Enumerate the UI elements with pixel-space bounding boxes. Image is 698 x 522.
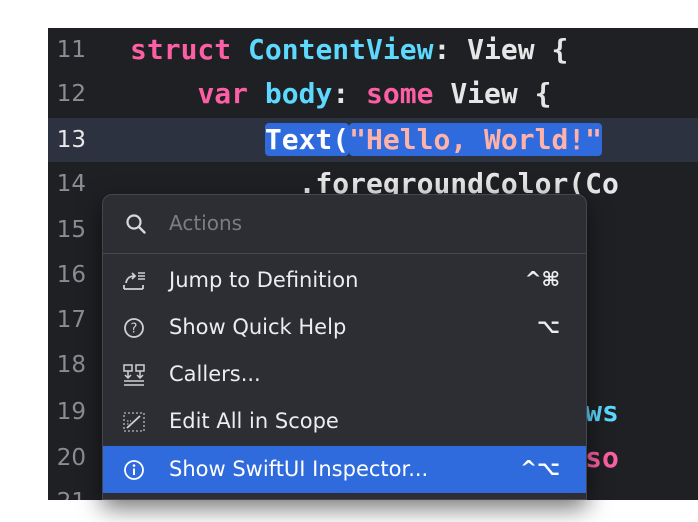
- code-token: :: [433, 33, 468, 66]
- line-number: 18: [56, 352, 86, 378]
- code-token: ContentView: [248, 33, 434, 66]
- menu-item-shortcut: ⌥: [536, 314, 560, 338]
- menu-item-edit-all-in-scope[interactable]: Edit All in Scope: [103, 398, 586, 445]
- callers-icon: [123, 364, 145, 386]
- line-number: 13: [56, 127, 86, 153]
- code-token: "Hello, World!": [349, 123, 603, 156]
- edit-scope-icon: [123, 412, 145, 432]
- code-token: var: [197, 77, 249, 110]
- code-token: so: [585, 441, 619, 474]
- code-token: View: [467, 33, 535, 66]
- question-circle-icon: ?: [124, 318, 144, 338]
- line-number: 11: [56, 37, 86, 63]
- code-token: struct: [130, 33, 232, 66]
- line-number: 12: [56, 81, 86, 107]
- code-text: struct ContentView: View {: [130, 28, 568, 72]
- svg-text:?: ?: [131, 322, 138, 337]
- menu-item-label: Jump to Definition: [169, 268, 359, 292]
- actions-search-placeholder: Actions: [169, 211, 243, 235]
- code-line[interactable]: 12 var body: some View {: [48, 72, 698, 116]
- code-line[interactable]: 11 struct ContentView: View {: [48, 28, 698, 72]
- code-text: Text("Hello, World!": [130, 118, 603, 162]
- info-circle-icon: [124, 460, 144, 480]
- line-number: 16: [56, 262, 86, 288]
- code-line[interactable]: 13 Text("Hello, World!": [48, 118, 698, 162]
- menu-item-label: Edit All in Scope: [169, 409, 339, 433]
- line-number: 20: [56, 445, 86, 471]
- line-number: 17: [56, 307, 86, 333]
- actions-menu: Actions Jump to Definition ^⌘ ? Show Qui…: [102, 194, 587, 500]
- jump-to-definition-icon: [123, 272, 145, 290]
- menu-item-callers[interactable]: Callers...: [103, 351, 586, 398]
- line-number: 19: [56, 399, 86, 425]
- actions-search-field[interactable]: Actions: [103, 195, 586, 254]
- code-token: body: [264, 77, 333, 110]
- line-number: 21: [48, 480, 86, 500]
- code-text: var body: some View {: [130, 72, 551, 116]
- menu-item-show-swiftui-inspector[interactable]: Show SwiftUI Inspector... ^⌥: [103, 446, 586, 493]
- menu-item-shortcut: ^⌘: [524, 267, 560, 291]
- line-number: 14: [56, 171, 86, 197]
- code-token: :: [332, 77, 367, 110]
- code-token: View {: [433, 77, 552, 110]
- menu-item-label: Show Quick Help: [169, 315, 347, 339]
- line-number: 15: [56, 217, 86, 243]
- menu-item-jump-to-definition[interactable]: Jump to Definition ^⌘: [103, 257, 586, 304]
- menu-item-show-quick-help[interactable]: ? Show Quick Help ⌥: [103, 304, 586, 351]
- menu-item-label: Show SwiftUI Inspector...: [169, 457, 429, 481]
- menu-item-shortcut: ^⌥: [520, 456, 560, 480]
- menu-item-label: Callers...: [169, 362, 261, 386]
- code-token: Text(: [264, 123, 350, 156]
- search-icon: [126, 214, 146, 234]
- code-token: {: [534, 33, 569, 66]
- code-token: some: [366, 77, 434, 110]
